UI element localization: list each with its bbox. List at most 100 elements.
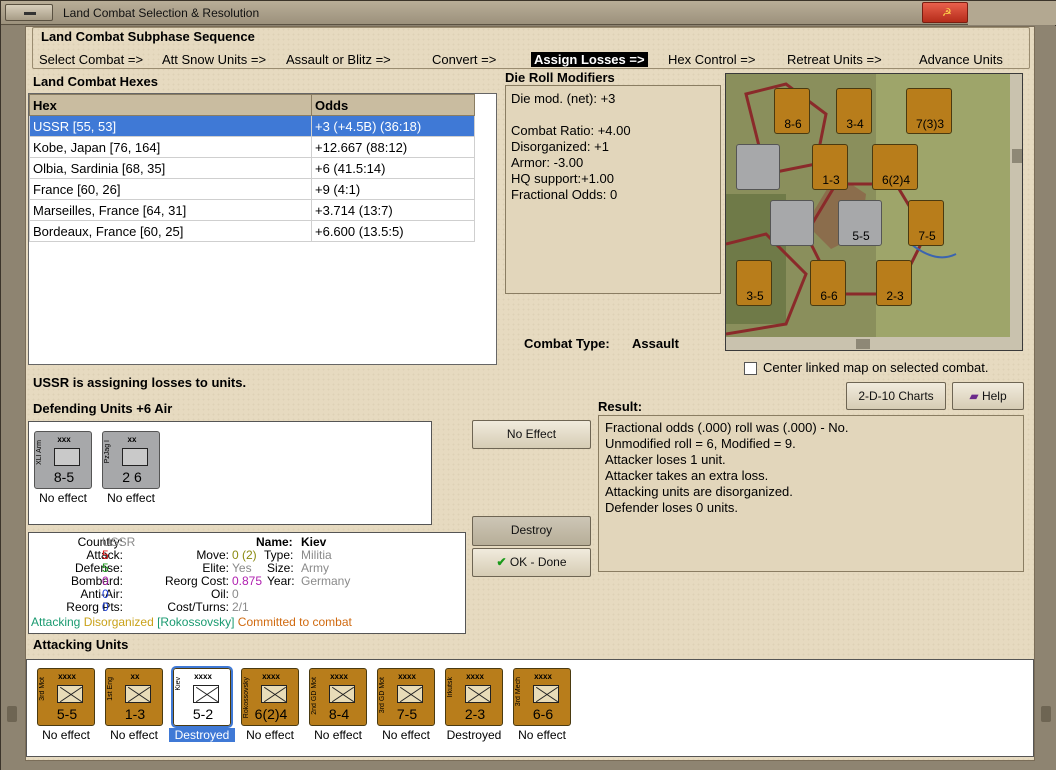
unit-name: 3rd Mot [39, 677, 46, 701]
odds-cell: +3.714 (13:7) [311, 199, 475, 221]
attacking-unit[interactable]: xxxx Irkutsk 2-3 [445, 668, 503, 726]
unit-values: 8-4 [328, 706, 350, 722]
map-counter[interactable]: 8-6 [774, 88, 810, 134]
map-counter[interactable]: 7-5 [908, 200, 944, 246]
map-counter[interactable]: 3-5 [736, 260, 772, 306]
result-line: Attacking units are disorganized. [605, 484, 793, 499]
map-counter[interactable]: 6-6 [810, 260, 846, 306]
unit-name: Kiev [175, 677, 182, 691]
bombard-value: 0 [102, 574, 109, 588]
map-counter[interactable]: 2-3 [876, 260, 912, 306]
hexes-table: Hex Odds USSR [55, 53] +3 (+4.5B) (36:18)… [28, 93, 497, 365]
attacking-unit[interactable]: xx 1st Eng 1-3 [105, 668, 163, 726]
map-counter[interactable]: 6(2)4 [872, 144, 918, 190]
map-counter[interactable]: 3-4 [836, 88, 872, 134]
unit-size: xxxx [466, 672, 484, 681]
hexes-heading: Land Combat Hexes [33, 74, 158, 89]
system-menu-button[interactable] [5, 4, 53, 21]
counter-values: 2-3 [886, 289, 904, 303]
subphase-sequence: Land Combat Subphase Sequence Select Com… [32, 27, 1030, 69]
resize-handle-icon[interactable] [7, 706, 17, 722]
attacking-unit[interactable]: xxxx 3rd Mot 5-5 [37, 668, 95, 726]
table-row[interactable]: France [60, 26] +9 (4:1) [29, 178, 475, 200]
map-counter[interactable]: 7(3)3 [906, 88, 952, 134]
armor-icon [54, 448, 80, 466]
status-line: USSR is assigning losses to units. [33, 375, 247, 390]
table-row[interactable]: USSR [55, 53] +3 (+4.5B) (36:18) [29, 115, 475, 137]
unit-status: No effect [110, 728, 158, 742]
unit-type-icon [465, 685, 491, 703]
defending-unit[interactable]: xxx XLI Arm 8-5 [34, 431, 92, 489]
modifiers-heading: Die Roll Modifiers [505, 70, 615, 85]
table-row[interactable]: Bordeaux, France [60, 25] +6.600 (13.5:5) [29, 220, 475, 242]
unit-size: xxxx [58, 672, 76, 681]
unit-type-icon [57, 685, 83, 703]
counter-values: 7(3)3 [915, 117, 944, 131]
column-odds[interactable]: Odds [311, 94, 475, 116]
reorg-cost-label: Reorg Cost: [164, 574, 229, 588]
unit-type-icon [533, 685, 559, 703]
resize-handle-icon[interactable] [1041, 706, 1051, 722]
no-effect-button[interactable]: No Effect [472, 420, 591, 449]
unit-size: xxxx [194, 672, 212, 681]
step-retreat: Retreat Units => [787, 52, 882, 67]
help-button[interactable]: ▰ Help [952, 382, 1024, 410]
hammer-sickle-icon: ☭ [942, 7, 952, 19]
map-target-counter[interactable]: 5-5 [838, 200, 882, 246]
attacking-unit[interactable]: xxxx 3rd GD Mot 7-5 [377, 668, 435, 726]
modifier-line: Combat Ratio: +4.00 [511, 123, 631, 138]
ok-done-button[interactable]: ✔ OK - Done [472, 548, 591, 577]
attacking-unit[interactable]: xxxx Kiev 5-2 [171, 666, 233, 728]
map-air-counter[interactable] [736, 144, 780, 190]
unit-values: 5-2 [192, 706, 214, 722]
step-assign-losses: Assign Losses => [531, 52, 648, 67]
defending-unit[interactable]: xx PzJag I 2 6 [102, 431, 160, 489]
attacking-unit[interactable]: xxxx 3rd Mech 6-6 [513, 668, 571, 726]
step-convert: Convert => [432, 52, 497, 67]
unit-status: No effect [107, 491, 155, 505]
hex-cell: Marseilles, France [64, 31] [29, 199, 312, 221]
unit-type-icon [261, 685, 287, 703]
elite-label: Elite: [202, 561, 229, 575]
center-map-checkbox[interactable] [744, 362, 757, 375]
left-border [1, 26, 25, 770]
unit-values: 2 6 [122, 469, 142, 485]
unit-status: Destroyed [169, 728, 235, 742]
step-select-combat: Select Combat => [39, 52, 144, 67]
defending-units-panel: xxx XLI Arm 8-5 No effect xx PzJag I 2 6… [28, 421, 432, 525]
table-row[interactable]: Kobe, Japan [76, 164] +12.667 (88:12) [29, 136, 475, 158]
odds-cell: +9 (4:1) [311, 178, 475, 200]
map-air-counter[interactable] [770, 200, 814, 246]
year-label: Year: [267, 574, 295, 588]
reorg-cost-value: 0.875 [232, 574, 263, 588]
map-counter[interactable]: 1-3 [812, 144, 848, 190]
column-hex[interactable]: Hex [29, 94, 312, 116]
title-bar[interactable]: Land Combat Selection & Resolution ☭ [1, 1, 1056, 25]
odds-cell: +12.667 (88:12) [311, 136, 475, 158]
country-value: USSR [102, 535, 136, 549]
charts-button[interactable]: 2-D-10 Charts [846, 382, 946, 410]
result-line: Fractional odds (.000) roll was (.000) -… [605, 420, 849, 435]
destroy-button[interactable]: Destroy [472, 516, 591, 546]
unit-size: xx [127, 435, 137, 444]
subphase-heading: Land Combat Subphase Sequence [41, 29, 255, 44]
oil-label: Oil: [211, 587, 229, 601]
linked-map[interactable]: 8-6 3-4 7(3)3 1-3 6(2)4 5-5 7-5 3-5 6-6 … [725, 73, 1023, 351]
table-row[interactable]: Olbia, Sardinia [68, 35] +6 (41.5:14) [29, 157, 475, 179]
close-button[interactable]: ☭ [922, 2, 968, 23]
attacking-unit[interactable]: xxxx Rokossovsky 6(2)4 [241, 668, 299, 726]
bombard-label: Bombard: [70, 574, 123, 588]
no-effect-label: No Effect [506, 427, 557, 441]
step-hex-control: Hex Control => [668, 52, 756, 67]
unit-size: xxxx [262, 672, 280, 681]
table-row[interactable]: Marseilles, France [64, 31] +3.714 (13:7) [29, 199, 475, 221]
unit-type-icon [125, 685, 151, 703]
cost-turns-label: Cost/Turns: [167, 600, 229, 614]
attacking-unit[interactable]: xxxx 2nd GD Mot 8-4 [309, 668, 367, 726]
defending-heading: Defending Units +6 Air [33, 401, 173, 416]
attacking-units-panel: xxxx 3rd Mot 5-5 No effect xx 1st Eng 1-3 No ef… [26, 659, 1034, 757]
flag-attacking: Attacking [31, 615, 81, 629]
reorg-pts-value: 0 [102, 600, 109, 614]
step-att-snow: Att Snow Units => [162, 52, 267, 67]
destroy-label: Destroy [510, 523, 553, 537]
